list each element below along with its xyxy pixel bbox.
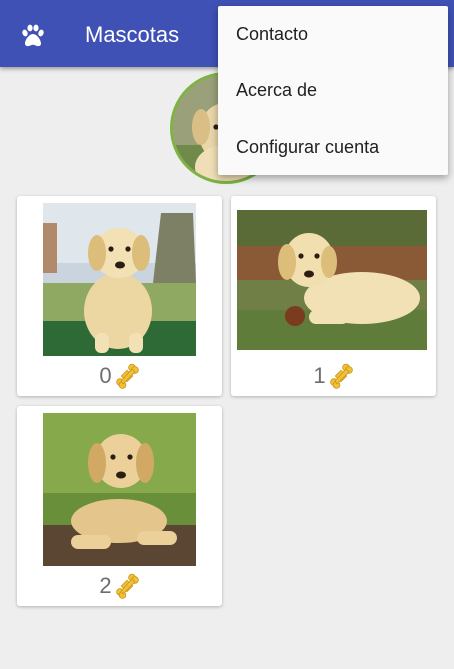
like-count: 2 bbox=[99, 573, 112, 599]
menu-item-contacto[interactable]: Contacto bbox=[236, 6, 436, 62]
pet-photo[interactable] bbox=[43, 413, 196, 566]
yellow-lab-puppy-on-log-photo bbox=[43, 413, 196, 566]
pet-card[interactable]: 2 bbox=[17, 406, 222, 606]
like-rating: 0 bbox=[17, 362, 222, 389]
like-count: 0 bbox=[99, 363, 112, 389]
like-rating: 1 bbox=[231, 362, 436, 389]
pet-photo[interactable] bbox=[43, 203, 196, 356]
like-rating: 2 bbox=[17, 572, 222, 599]
pet-card[interactable]: 0 bbox=[17, 196, 222, 396]
menu-item-acerca-de[interactable]: Acerca de bbox=[236, 62, 436, 118]
pet-card[interactable]: 1 bbox=[231, 196, 436, 396]
app-title: Mascotas bbox=[85, 22, 180, 47]
like-count: 1 bbox=[313, 363, 326, 389]
yellow-lab-puppy-lying-on-grass-photo bbox=[237, 210, 427, 350]
bone-icon[interactable] bbox=[114, 573, 140, 599]
menu-item-configurar-cuenta[interactable]: Configurar cuenta bbox=[236, 119, 436, 175]
paw-icon[interactable] bbox=[19, 22, 47, 50]
pet-photo[interactable] bbox=[237, 210, 427, 350]
overflow-menu: Contacto Acerca de Configurar cuenta bbox=[218, 6, 448, 175]
yellow-lab-puppy-sitting-photo bbox=[43, 203, 196, 356]
bone-icon[interactable] bbox=[114, 363, 140, 389]
bone-icon[interactable] bbox=[328, 363, 354, 389]
